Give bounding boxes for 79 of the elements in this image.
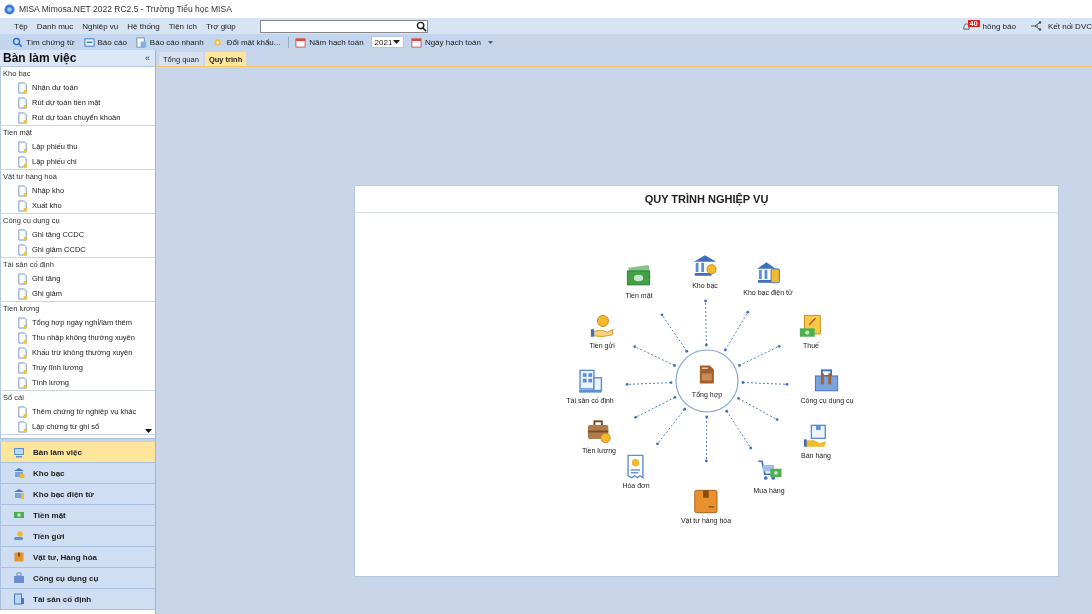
document-icon (17, 376, 28, 389)
nav-button[interactable]: Tiền mặt (0, 505, 155, 526)
coin-hand-icon[interactable] (589, 313, 615, 340)
document-icon (17, 361, 28, 374)
share-icon (1029, 21, 1042, 31)
menu-item[interactable]: Danh mục (36, 21, 74, 31)
key-icon (212, 36, 224, 48)
hub-circle (675, 349, 739, 413)
toolbox-icon (13, 572, 25, 584)
app-logo-icon (4, 3, 15, 15)
box-icon[interactable] (693, 488, 719, 515)
nav-button[interactable]: Kho bạc điện tử (0, 484, 155, 505)
report-icon (83, 36, 95, 48)
scroll-down-icon[interactable] (145, 429, 152, 434)
search-icon (12, 36, 23, 48)
nav-button[interactable]: Công cụ dụng cụ (0, 568, 155, 589)
nav-button[interactable]: Tiền gửi (0, 526, 155, 547)
menu-item[interactable]: Nghiệp vụ (82, 21, 119, 31)
connector-arrow (704, 415, 709, 463)
menu-item[interactable]: Trợ giúp (205, 21, 236, 31)
package-hand-icon[interactable] (803, 423, 829, 450)
year-dropdown[interactable]: 2021 (370, 36, 404, 48)
monitor-icon (13, 446, 25, 458)
menu-item[interactable]: Hệ thống (127, 21, 160, 31)
toolbar-button[interactable]: Tìm chứng từ (10, 36, 77, 48)
document-icon (17, 155, 28, 168)
overflow-icon[interactable] (487, 39, 493, 45)
document-icon (17, 346, 28, 359)
document-icon (17, 111, 28, 124)
connector-arrow (625, 381, 673, 386)
document-icon (17, 405, 28, 418)
collapse-button[interactable]: « (143, 53, 152, 63)
document-icon (17, 316, 28, 329)
document-icon (17, 243, 28, 256)
banknote-icon (13, 509, 25, 521)
menu-item[interactable]: Tiện ích (168, 21, 197, 31)
date-button[interactable]: Ngày hạch toán (408, 36, 483, 48)
sidebar-title: Bàn làm việc (3, 51, 77, 65)
splitter-handle[interactable] (0, 438, 155, 442)
nav-button[interactable]: Bàn làm việc (0, 442, 155, 463)
document-icon (17, 331, 28, 344)
card-title: QUY TRÌNH NGHIỆP VỤ (355, 186, 1058, 213)
box-icon (13, 551, 25, 563)
bank-icon (13, 467, 25, 479)
notification-link[interactable]: hông báo (982, 21, 1016, 31)
calendar-icon (410, 36, 422, 48)
connect-link[interactable]: Kết nối DVC (1047, 21, 1092, 31)
nav-button[interactable]: Tài sản cố định (0, 589, 155, 610)
document-icon (17, 199, 28, 212)
nav-button[interactable]: Kho bạc (0, 463, 155, 484)
search-field[interactable] (259, 19, 428, 33)
bank-icon (13, 488, 25, 500)
window-title: MISA Mimosa.NET 2022 RC2.5 - Trường Tiểu học MISA (19, 4, 232, 14)
toolbar-button[interactable]: Đổi mật khẩu... (210, 36, 283, 48)
document-banknote-icon[interactable] (798, 313, 824, 340)
coin-hand-icon (13, 530, 25, 542)
document-icon (17, 81, 28, 94)
toolbar-button[interactable]: Báo cáo (81, 36, 129, 48)
calendar-icon (295, 36, 307, 48)
document-icon (17, 228, 28, 241)
document-icon (17, 140, 28, 153)
nav-button[interactable]: Vật tư, Hàng hóa (0, 547, 155, 568)
connector-arrow (704, 299, 708, 347)
building-icon (13, 593, 25, 605)
bell-icon[interactable] (961, 21, 971, 31)
building-icon[interactable] (577, 368, 603, 395)
document-icon (17, 287, 28, 300)
report-icon (135, 36, 147, 48)
menu-item[interactable]: Tệp (14, 21, 28, 31)
document-icon (17, 272, 28, 285)
toolbar-button[interactable]: Báo cáo nhanh (133, 36, 206, 48)
document-icon (17, 184, 28, 197)
document-icon (17, 96, 28, 109)
connector-arrow (741, 381, 789, 386)
year-button[interactable]: Năm hạch toán (293, 36, 366, 48)
caret-icon (392, 39, 400, 45)
search-icon[interactable] (415, 20, 427, 32)
briefcase-icon[interactable] (586, 418, 612, 445)
document-icon (17, 420, 28, 433)
